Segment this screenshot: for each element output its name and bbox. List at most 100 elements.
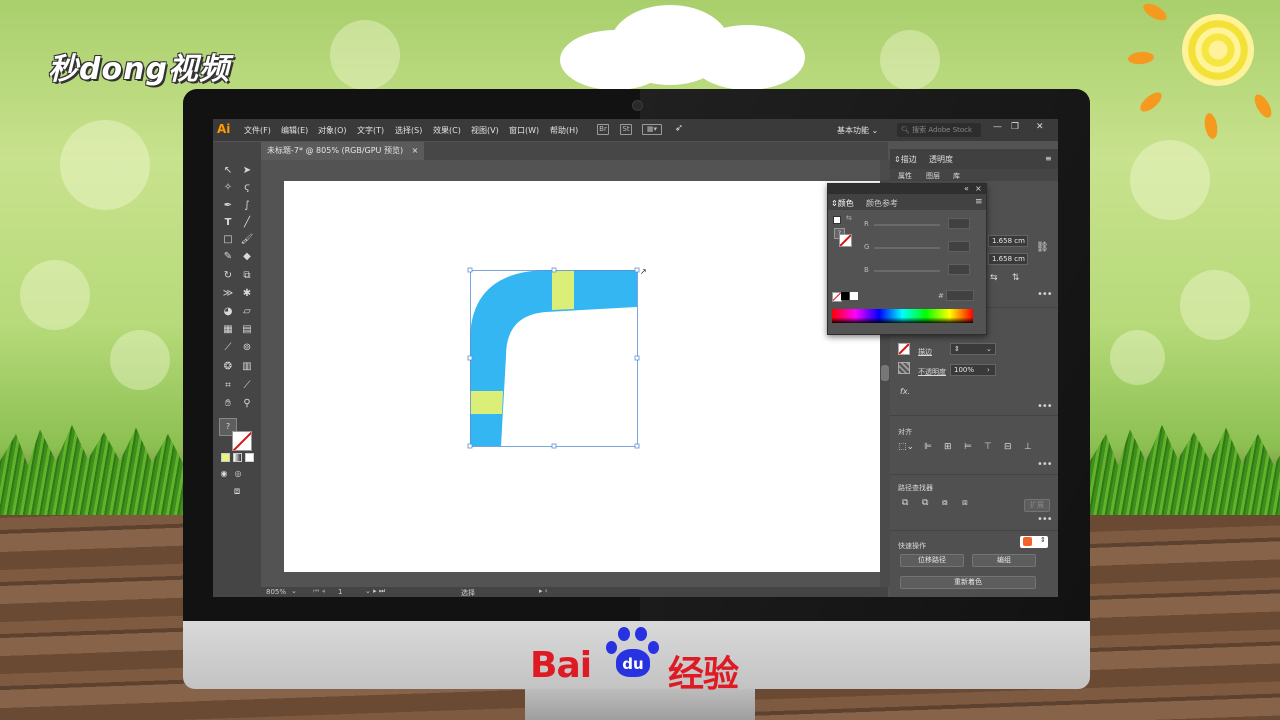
puppet-warp-tool-icon[interactable]: ✱ bbox=[240, 287, 254, 301]
arrange-documents-icon[interactable]: ▦▾ bbox=[642, 124, 662, 135]
artboard-tool-icon[interactable]: ⌗ bbox=[221, 379, 235, 393]
curvature-tool-icon[interactable]: ∫ bbox=[240, 199, 254, 213]
zoom-dropdown-icon[interactable]: ⌄ bbox=[291, 587, 297, 595]
flip-vertical-icon[interactable]: ⇅ bbox=[1012, 273, 1020, 283]
group-button[interactable]: 编组 bbox=[972, 554, 1036, 567]
workspace-switcher[interactable]: 基本功能 ⌄ bbox=[837, 125, 878, 136]
column-graph-tool-icon[interactable]: ▥ bbox=[240, 360, 254, 374]
color-mode-icon[interactable] bbox=[221, 453, 230, 462]
width-tool-icon[interactable]: ≫ bbox=[221, 287, 235, 301]
intersect-icon[interactable]: ⧇ bbox=[942, 498, 948, 508]
stroke-swatch[interactable] bbox=[232, 431, 252, 451]
blend-tool-icon[interactable]: ⊚ bbox=[240, 341, 254, 355]
first-artboard-icon[interactable]: ⏮ ◂ bbox=[313, 587, 325, 596]
gradient-mode-icon[interactable] bbox=[233, 453, 242, 462]
lasso-tool-icon[interactable]: ϛ bbox=[240, 181, 254, 195]
tab-color-guide[interactable]: 颜色参考 bbox=[866, 198, 898, 209]
expand-button[interactable]: 扩展 bbox=[1024, 499, 1050, 512]
shaper-tool-icon[interactable]: ✎ bbox=[221, 250, 235, 264]
align-bottom-icon[interactable]: ⊥ bbox=[1024, 442, 1032, 452]
hex-value-field[interactable] bbox=[946, 290, 974, 301]
channel-r-value[interactable] bbox=[948, 218, 970, 229]
tab-layers[interactable]: 图层 bbox=[926, 171, 940, 181]
eyedropper-tool-icon[interactable]: ⟋ bbox=[221, 341, 235, 355]
channel-b-slider[interactable] bbox=[874, 270, 940, 272]
artboard[interactable]: ↗ bbox=[284, 181, 880, 572]
menu-view[interactable]: 视图(V) bbox=[471, 125, 499, 136]
swap-colors-icon[interactable]: ⇆ bbox=[846, 214, 852, 222]
pen-tool-icon[interactable]: ✒ bbox=[221, 199, 235, 213]
channel-g-value[interactable] bbox=[948, 241, 970, 252]
bridge-icon[interactable]: Br bbox=[597, 124, 609, 135]
bounding-handle[interactable] bbox=[467, 443, 473, 449]
default-colors-icon[interactable] bbox=[833, 216, 841, 224]
align-vcenter-icon[interactable]: ⊟ bbox=[1004, 442, 1012, 452]
draw-behind-icon[interactable]: ◎ bbox=[231, 467, 245, 481]
bounding-handle[interactable] bbox=[634, 443, 640, 449]
shape-builder-tool-icon[interactable]: ◕ bbox=[221, 305, 235, 319]
bounding-handle[interactable] bbox=[634, 267, 640, 273]
selection-tool-icon[interactable]: ↖ bbox=[221, 164, 235, 178]
unite-icon[interactable]: ⧉ bbox=[902, 498, 908, 508]
artboard-nav-icon[interactable]: ⌄ ▸ ⏭ bbox=[365, 587, 385, 596]
white-swatch[interactable] bbox=[850, 292, 858, 300]
appearance-more-button[interactable]: ••• bbox=[1037, 401, 1053, 412]
perspective-grid-tool-icon[interactable]: ▱ bbox=[240, 305, 254, 319]
rectangle-tool-icon[interactable]: □ bbox=[221, 233, 235, 247]
width-field[interactable]: 1.658 cm bbox=[988, 235, 1028, 247]
hand-tool-icon[interactable]: ✋︎ bbox=[221, 397, 235, 411]
tab-transparency[interactable]: 透明度 bbox=[929, 154, 953, 165]
menu-help[interactable]: 帮助(H) bbox=[550, 125, 578, 136]
flip-horizontal-icon[interactable]: ⇆ bbox=[990, 273, 998, 283]
align-more-button[interactable]: ••• bbox=[1037, 459, 1053, 470]
bounding-handle[interactable] bbox=[467, 267, 473, 273]
opacity-arrow-icon[interactable]: › bbox=[987, 366, 990, 374]
document-tab-close[interactable]: × bbox=[412, 146, 419, 155]
channel-b-value[interactable] bbox=[948, 264, 970, 275]
black-swatch[interactable] bbox=[841, 292, 849, 300]
pipe-stripe-top[interactable] bbox=[552, 270, 574, 310]
stock-icon[interactable]: St bbox=[620, 124, 632, 135]
minus-front-icon[interactable]: ⧉ bbox=[922, 498, 928, 508]
none-mode-icon[interactable] bbox=[245, 453, 254, 462]
offset-path-button[interactable]: 位移路径 bbox=[900, 554, 964, 567]
align-left-icon[interactable]: ⊫ bbox=[924, 442, 932, 452]
tab-properties[interactable]: 属性 bbox=[898, 171, 912, 181]
slice-tool-icon[interactable]: ⟋ bbox=[240, 379, 254, 393]
plugin-widget[interactable]: ⇕ bbox=[1020, 536, 1048, 548]
zoom-level[interactable]: 805% bbox=[266, 588, 286, 596]
align-hcenter-icon[interactable]: ⊞ bbox=[944, 442, 952, 452]
canvas-area[interactable]: ↗ bbox=[261, 160, 888, 587]
bounding-handle[interactable] bbox=[634, 355, 640, 361]
collapse-panel-icon[interactable]: « bbox=[964, 184, 969, 193]
tab-stroke[interactable]: ⇕描边 bbox=[894, 154, 917, 165]
eraser-tool-icon[interactable]: ◆ bbox=[240, 250, 254, 264]
type-tool-icon[interactable]: T bbox=[221, 216, 235, 230]
pipe-stripe-left[interactable] bbox=[470, 391, 503, 414]
symbol-sprayer-tool-icon[interactable]: ❂ bbox=[221, 360, 235, 374]
tab-color[interactable]: ⇕颜色 bbox=[831, 198, 854, 209]
height-field[interactable]: 1.658 cm bbox=[988, 253, 1028, 265]
scale-tool-icon[interactable]: ⧉ bbox=[240, 269, 254, 283]
pathfinder-more-button[interactable]: ••• bbox=[1037, 514, 1053, 525]
stroke-weight-dropdown-icon[interactable]: ⌄ bbox=[986, 345, 992, 353]
bounding-handle[interactable] bbox=[467, 355, 473, 361]
menu-object[interactable]: 对象(O) bbox=[318, 125, 347, 136]
zoom-tool-icon[interactable]: ⚲ bbox=[240, 397, 254, 411]
screen-mode-icon[interactable]: ⧈ bbox=[230, 485, 244, 499]
gradient-tool-icon[interactable]: ▤ bbox=[240, 323, 254, 337]
color-panel-menu-icon[interactable]: ≡ bbox=[975, 197, 983, 207]
opacity-label[interactable]: 不透明度 bbox=[918, 367, 946, 377]
align-right-icon[interactable]: ⊨ bbox=[964, 442, 972, 452]
menu-edit[interactable]: 编辑(E) bbox=[281, 125, 308, 136]
rotate-tool-icon[interactable]: ↻ bbox=[221, 269, 235, 283]
close-panel-icon[interactable]: × bbox=[975, 184, 982, 193]
artboard-number[interactable]: 1 bbox=[338, 588, 342, 596]
draw-mode-icon[interactable]: ◉ bbox=[217, 467, 231, 481]
tab-libraries[interactable]: 库 bbox=[953, 171, 960, 181]
mesh-tool-icon[interactable]: ▦ bbox=[221, 323, 235, 337]
recolor-button[interactable]: 重新着色 bbox=[900, 576, 1036, 589]
panel-menu-icon[interactable]: ≡ bbox=[1045, 154, 1052, 163]
close-window-button[interactable]: ✕ bbox=[1036, 122, 1044, 132]
menu-type[interactable]: 文字(T) bbox=[357, 125, 384, 136]
